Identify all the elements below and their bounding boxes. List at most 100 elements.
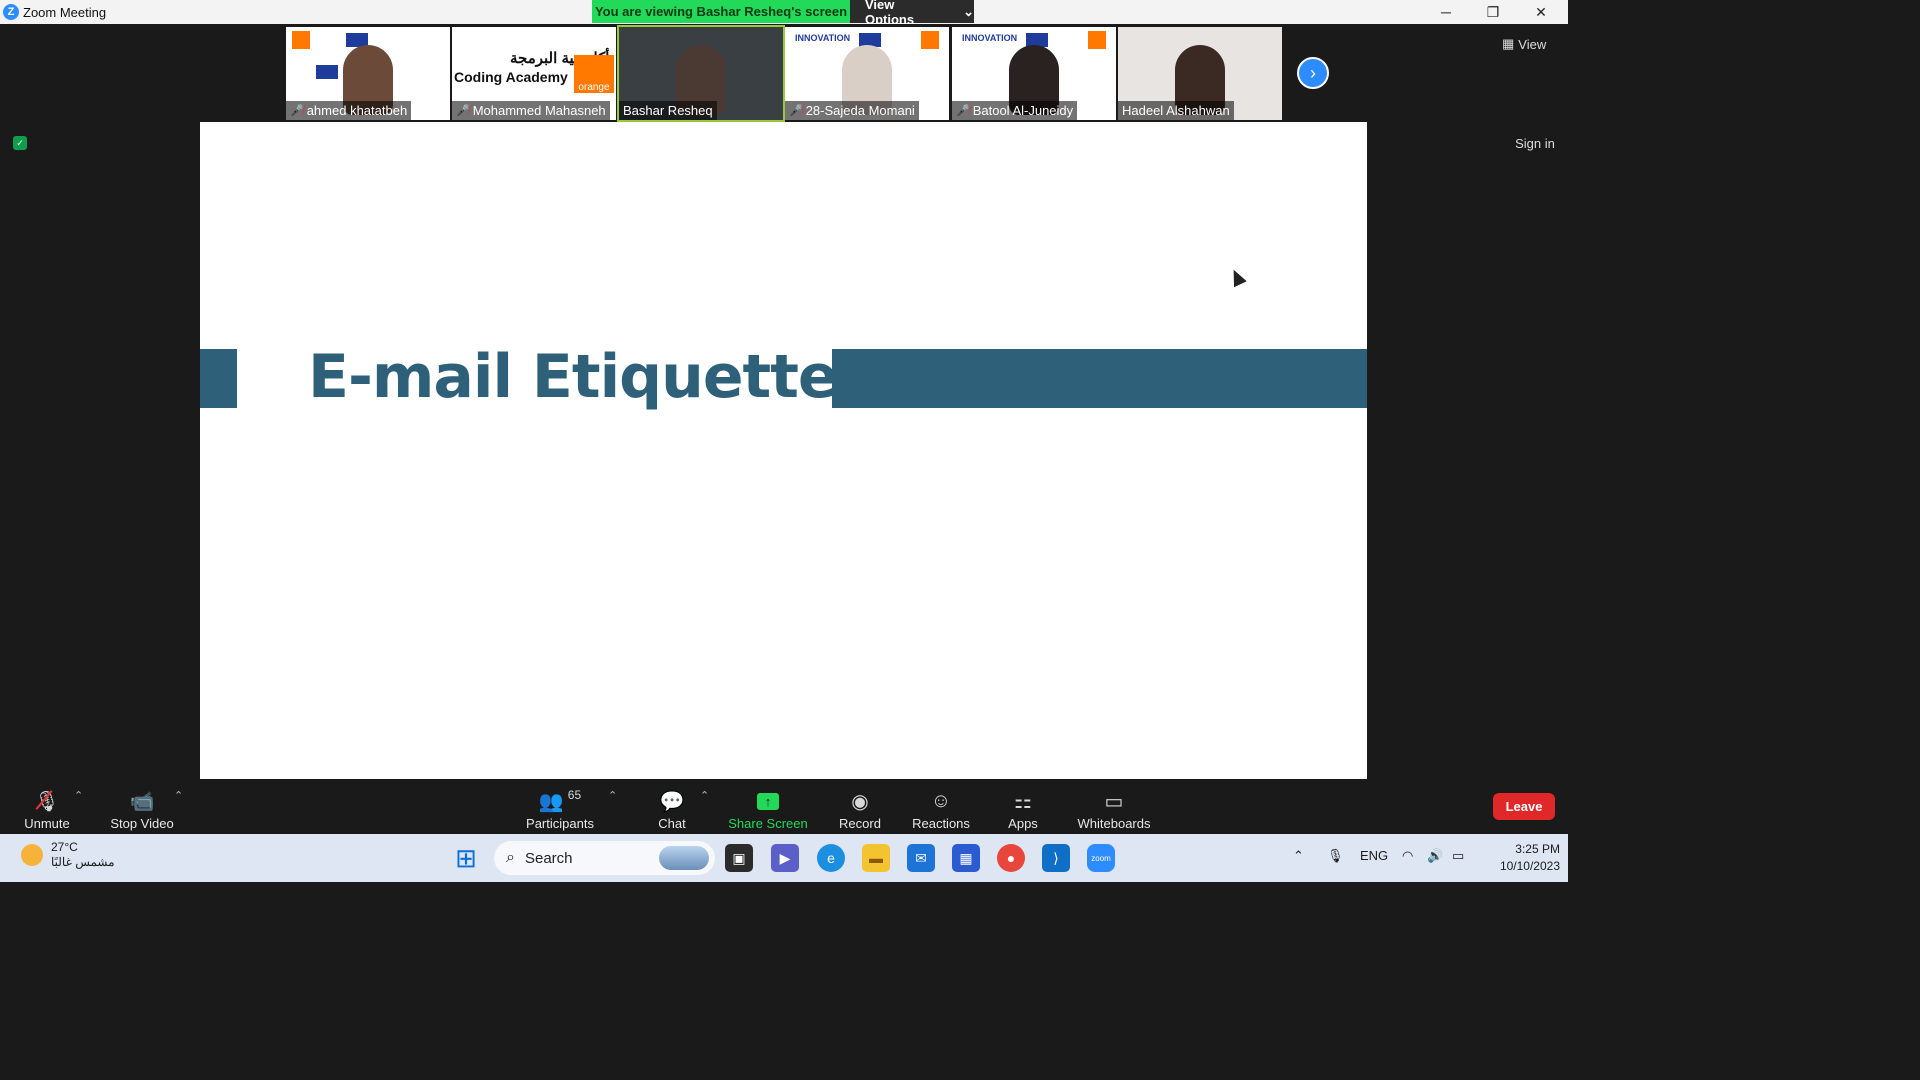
participants-button[interactable]: 👥 65 Participants (522, 783, 598, 831)
chat-label: Chat (658, 816, 686, 831)
share-screen-label: Share Screen (728, 816, 808, 831)
windows-taskbar: 27°C مشمس غالبًا ⊞ ⌕ Search ▣ ▶ e ▬ ✉ ▦ … (0, 834, 1568, 882)
mic-muted-icon: 🎤̸ (789, 105, 803, 117)
orange-logo: orange (574, 55, 614, 93)
clock-time: 3:25 PM (1515, 842, 1560, 856)
participant-tile[interactable]: أكاديمية البرمجة Coding Academy orange 🎤… (452, 27, 616, 120)
security-shield-icon[interactable]: ✓ (13, 136, 27, 150)
participant-strip: 🎤̸ ahmed khatatbeh أكاديمية البرمجة Codin… (0, 24, 1568, 122)
task-view-icon[interactable]: ▣ (725, 844, 753, 872)
restore-button[interactable]: ❐ (1470, 0, 1516, 24)
orange-logo (1088, 31, 1106, 49)
mic-muted-icon: 🎤̸ (456, 105, 470, 117)
participants-icon: 👥 65 (538, 788, 582, 813)
language-indicator[interactable]: ENG (1360, 848, 1388, 863)
participant-name-tag: Hadeel Alshahwan (1118, 101, 1234, 120)
video-camera-icon: 📹 (129, 790, 155, 813)
reactions-button[interactable]: ☺ Reactions (906, 783, 976, 832)
participant-tile[interactable]: INNOVATION 🎤̸ Batool Al-Juneidy (952, 27, 1116, 120)
wifi-icon[interactable]: ◠ (1402, 848, 1413, 864)
coding-academy-english: Coding Academy (454, 69, 568, 85)
close-button[interactable]: ✕ (1518, 0, 1564, 24)
share-screen-icon: ↑ (757, 788, 779, 814)
microphone-icon[interactable]: 🎙 (1327, 848, 1344, 864)
windows-start-icon[interactable]: ⊞ (452, 843, 480, 873)
participant-tile-active-speaker[interactable]: Bashar Resheq (617, 25, 785, 122)
apps-button[interactable]: ⚏ Apps (1002, 783, 1044, 832)
stop-video-label: Stop Video (110, 816, 174, 831)
battery-icon[interactable]: ▭ (1452, 848, 1464, 864)
participant-name-tag: Bashar Resheq (619, 101, 717, 120)
slide-accent-bar-right (832, 349, 1367, 408)
participants-count: 65 (567, 788, 582, 802)
record-button[interactable]: ◉ Record (832, 783, 888, 832)
orange-logo (921, 31, 939, 49)
view-button[interactable]: ▦ View (1502, 33, 1560, 55)
grid-view-icon: ▦ (1502, 36, 1515, 51)
meeting-toolbar: 🎙 Unmute ⌃ 📹 Stop Video ⌃ 👥 65 Participan… (0, 779, 1568, 833)
participant-name-tag: 🎤̸ Batool Al-Juneidy (952, 101, 1078, 120)
partly-sunny-icon (21, 844, 43, 866)
edge-browser-icon[interactable]: e (817, 844, 845, 872)
innovation-logo: INNOVATION (795, 33, 851, 43)
zoom-taskbar-icon[interactable]: zoom (1087, 844, 1115, 872)
stop-video-button[interactable]: 📹 Stop Video (104, 783, 180, 832)
apps-icon: ⚏ (1014, 790, 1032, 813)
participant-tile[interactable]: Hadeel Alshahwan (1118, 27, 1282, 120)
whiteboards-button[interactable]: ▭ Whiteboards (1074, 783, 1154, 832)
participant-name: ahmed khatatbeh (306, 103, 408, 118)
participant-tile[interactable]: 🎤̸ ahmed khatatbeh (286, 27, 450, 120)
record-label: Record (839, 816, 881, 831)
participants-caret-icon[interactable]: ⌃ (608, 789, 617, 802)
teams-chat-icon[interactable]: ▶ (771, 844, 799, 872)
microsoft-store-icon[interactable]: ▦ (952, 844, 980, 872)
viewing-banner: You are viewing Bashar Resheq's screen (592, 0, 850, 23)
innovation-logo: INNOVATION (962, 33, 1018, 43)
participants-label: Participants (526, 816, 594, 831)
participant-name: 28-Sajeda Momani (805, 103, 915, 118)
chrome-icon[interactable]: ● (997, 844, 1025, 872)
show-hidden-icons-chevron-icon[interactable]: ⌃ (1293, 848, 1304, 864)
file-explorer-icon[interactable]: ▬ (862, 844, 890, 872)
participant-name: Bashar Resheq (623, 103, 713, 118)
participant-name-tag: 🎤̸ ahmed khatatbeh (286, 101, 412, 120)
view-options-button[interactable]: View Options ⌄ (850, 0, 974, 27)
chevron-down-icon: ⌄ (963, 3, 974, 19)
next-page-arrow-icon[interactable]: › (1297, 57, 1329, 89)
minimize-button[interactable]: ─ (1423, 0, 1469, 24)
vscode-icon[interactable]: ⟩ (1042, 844, 1070, 872)
participant-name-tag: 🎤̸ 28-Sajeda Momani (785, 101, 919, 120)
taskbar-clock[interactable]: 3:25 PM 10/10/2023 (1478, 841, 1560, 875)
search-label: Search (524, 849, 573, 867)
participant-name: Hadeel Alshahwan (1122, 103, 1230, 118)
weather-widget[interactable]: 27°C مشمس غالبًا (21, 840, 115, 870)
apps-label: Apps (1008, 816, 1038, 831)
share-screen-button[interactable]: ↑ Share Screen (726, 783, 810, 831)
slide-headline: E-mail Etiquette (308, 342, 839, 412)
sign-in-button[interactable]: Sign in (1506, 130, 1564, 156)
leave-button[interactable]: Leave (1493, 793, 1555, 820)
orange-logo (292, 31, 310, 49)
video-options-caret-icon[interactable]: ⌃ (174, 789, 183, 802)
taskbar-search[interactable]: ⌕ Search (494, 841, 715, 875)
volume-icon[interactable]: 🔊 (1427, 848, 1443, 864)
mail-icon[interactable]: ✉ (907, 844, 935, 872)
participant-name-tag: 🎤̸ Mohammed Mahasneh (452, 101, 610, 120)
audio-options-caret-icon[interactable]: ⌃ (74, 789, 83, 802)
chat-button[interactable]: 💬 Chat (648, 783, 696, 832)
mic-muted-icon: 🎤̸ (956, 105, 970, 117)
search-highlight-image (659, 846, 709, 870)
chat-caret-icon[interactable]: ⌃ (700, 789, 709, 802)
participant-tile[interactable]: INNOVATION 🎤̸ 28-Sajeda Momani (785, 27, 949, 120)
reactions-label: Reactions (912, 816, 970, 831)
clock-date: 10/10/2023 (1499, 859, 1560, 873)
participant-name: Batool Al-Juneidy (972, 103, 1074, 118)
unmute-label: Unmute (24, 816, 70, 831)
weather-description: مشمس غالبًا (51, 855, 115, 869)
mic-muted-icon: 🎤̸ (290, 105, 304, 117)
view-label: View (1518, 36, 1547, 52)
slide-accent-bar-left (200, 349, 237, 408)
unmute-button[interactable]: 🎙 Unmute (14, 783, 80, 831)
search-icon: ⌕ (506, 849, 515, 866)
zoom-logo-icon: Z (3, 4, 19, 20)
